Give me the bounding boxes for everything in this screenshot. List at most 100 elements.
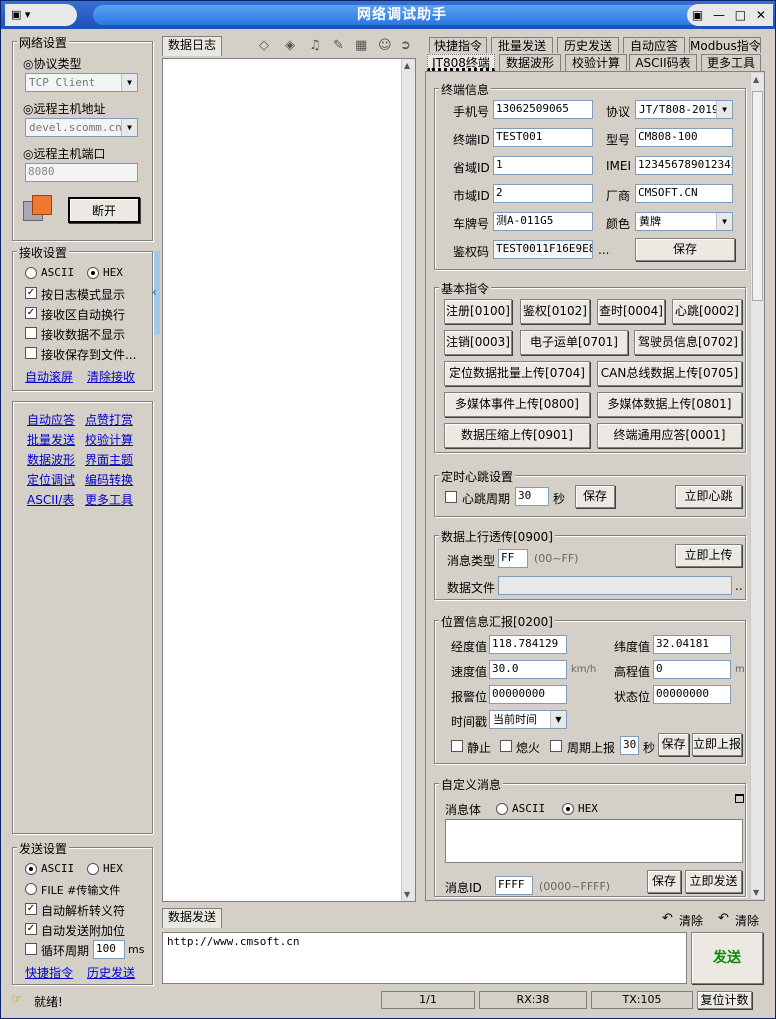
speed-input[interactable]: 30.0 (489, 660, 567, 679)
diamond-icon[interactable]: ◇ (259, 38, 269, 54)
tab-row2-0[interactable]: JT808终端 (427, 54, 495, 71)
can-upload-button[interactable]: CAN总线数据上传[0705] (597, 361, 742, 386)
window-controls[interactable]: ▣ — □ ✕ (687, 4, 773, 26)
maker-input[interactable]: CMSOFT.CN (635, 184, 733, 203)
alarm-input[interactable]: 00000000 (489, 685, 567, 704)
protocol-version-select[interactable]: JT/T808-2019 ▼ (635, 100, 733, 119)
data-file-input[interactable] (498, 576, 732, 595)
expand-icon[interactable] (735, 794, 744, 803)
phone-input[interactable]: 13062509065 (493, 100, 593, 119)
auth-button[interactable]: 鉴权[0102] (520, 299, 590, 324)
auto-wrap-checkbox[interactable]: ✓ (25, 307, 37, 319)
model-input[interactable]: CM808-100 (635, 128, 733, 147)
log-area[interactable]: ▲ ▼ (162, 58, 416, 902)
reset-counter-button[interactable]: 复位计数 (697, 991, 752, 1009)
tab-3[interactable]: 自动应答 (623, 37, 685, 53)
tab-1[interactable]: 批量发送 (491, 37, 553, 53)
panel-scrollbar[interactable]: ▲ ▼ (750, 73, 764, 899)
log-mode-checkbox[interactable]: ✓ (25, 287, 37, 299)
autoscroll-link[interactable]: 自动滚屏 (25, 368, 73, 385)
gem-icon[interactable]: ◈ (285, 38, 295, 54)
engine-off-checkbox[interactable] (500, 740, 512, 752)
quick-link-checksum[interactable]: 校验计算 (85, 431, 133, 448)
tab-row2-4[interactable]: 更多工具 (701, 54, 761, 71)
send-textarea[interactable]: http://www.cmsoft.cn (162, 932, 687, 984)
history-link[interactable]: 历史发送 (87, 964, 135, 981)
quick-link-more[interactable]: 更多工具 (85, 491, 133, 508)
send-button[interactable]: 发送 (691, 932, 763, 984)
append-checkbox[interactable]: ✓ (25, 923, 37, 935)
quick-link-donate[interactable]: 点赞打赏 (85, 411, 133, 428)
chevron-down-icon[interactable]: ▼ (550, 711, 566, 728)
face-icon[interactable]: ☺ (378, 38, 392, 54)
quick-link-location[interactable]: 定位调试 (27, 471, 75, 488)
media-data-button[interactable]: 多媒体数据上传[0801] (597, 392, 742, 417)
city-input[interactable]: 2 (493, 184, 593, 203)
quick-link-auto-reply[interactable]: 自动应答 (27, 411, 75, 428)
browse-file-button[interactable]: .. (735, 579, 743, 593)
heartbeat-now-button[interactable]: 立即心跳 (675, 485, 742, 508)
logout-button[interactable]: 注销[0003] (444, 330, 512, 355)
tab-row2-1[interactable]: 数据波形 (499, 54, 561, 71)
chevron-down-icon[interactable]: ▼ (404, 890, 410, 899)
report-now-button[interactable]: 立即上报 (692, 733, 742, 756)
grid-icon[interactable]: ▦ (355, 38, 367, 54)
send-file-radio[interactable] (25, 883, 37, 895)
imei-input[interactable]: 123456789012345 (635, 156, 733, 175)
color-select[interactable]: 黄牌 ▼ (635, 212, 733, 231)
system-menu[interactable]: ▣ ▾ (5, 4, 77, 26)
send-ascii-radio[interactable] (25, 863, 37, 875)
clear-icon[interactable]: ↶ (718, 911, 729, 927)
tab-data-log[interactable]: 数据日志 (162, 36, 222, 56)
location-save-button[interactable]: 保存 (658, 733, 689, 756)
app-menu-icon[interactable]: ▣ ▾ (11, 8, 30, 21)
driver-info-button[interactable]: 驾驶员信息[0702] (634, 330, 742, 355)
tab-4[interactable]: Modbus指令 (689, 37, 761, 53)
chevron-down-icon[interactable]: ▼ (716, 213, 732, 230)
periodic-input[interactable]: 30 (620, 736, 639, 755)
chevron-up-icon[interactable]: ▲ (753, 75, 759, 84)
tab-0[interactable]: 快捷指令 (429, 37, 487, 53)
loop-checkbox[interactable] (25, 943, 37, 955)
chevron-up-icon[interactable]: ▲ (404, 61, 410, 70)
quick-link-ascii[interactable]: ASCII/表 (27, 491, 74, 508)
state-input[interactable]: 00000000 (653, 685, 731, 704)
hide-data-checkbox[interactable] (25, 327, 37, 339)
plate-input[interactable]: 测A-011G5 (493, 212, 593, 231)
tab-2[interactable]: 历史发送 (557, 37, 619, 53)
tab-row2-2[interactable]: 校验计算 (565, 54, 627, 71)
scroll-thumb[interactable] (752, 91, 763, 301)
quick-cmd-link[interactable]: 快捷指令 (25, 964, 73, 981)
custom-ascii-radio[interactable] (496, 803, 508, 815)
media-event-button[interactable]: 多媒体事件上传[0800] (444, 392, 590, 417)
send-hex-radio[interactable] (87, 863, 99, 875)
periodic-checkbox[interactable] (550, 740, 562, 752)
chevron-down-icon[interactable]: ▼ (753, 888, 759, 897)
custom-hex-radio[interactable] (562, 803, 574, 815)
compressed-upload-button[interactable]: 数据压缩上传[0901] (444, 423, 590, 448)
chevron-down-icon[interactable]: ▼ (121, 119, 137, 136)
altitude-input[interactable]: 0 (653, 660, 731, 679)
auth-more-button[interactable]: ... (598, 243, 609, 257)
terminal-id-input[interactable]: TEST001 (493, 128, 593, 147)
terminal-save-button[interactable]: 保存 (635, 238, 735, 261)
bell-icon[interactable]: ♫ (309, 38, 321, 54)
disconnect-button[interactable]: 断开 (68, 197, 140, 223)
general-reply-button[interactable]: 终端通用应答[0001] (597, 423, 742, 448)
heartbeat-period-input[interactable]: 30 (515, 487, 549, 506)
stationary-checkbox[interactable] (451, 740, 463, 752)
chevron-left-icon[interactable]: ‹ (152, 285, 157, 299)
quick-link-theme[interactable]: 界面主题 (85, 451, 133, 468)
edit-icon[interactable]: ✎ (333, 38, 344, 54)
chevron-down-icon[interactable]: ▼ (716, 101, 732, 118)
waybill-button[interactable]: 电子运单[0701] (520, 330, 628, 355)
timestamp-select[interactable]: 当前时间 ▼ (489, 710, 567, 729)
msg-type-input[interactable]: FF (498, 549, 528, 568)
host-select[interactable]: devel.scomm.cn ▼ (25, 118, 138, 137)
latitude-input[interactable]: 32.04181 (653, 635, 731, 654)
clear-icon[interactable]: ↶ (662, 911, 673, 927)
register-button[interactable]: 注册[0100] (444, 299, 512, 324)
loop-input[interactable]: 100 (93, 940, 125, 959)
send-now-button[interactable]: 立即发送 (685, 870, 742, 893)
query-time-button[interactable]: 查时[0004] (597, 299, 665, 324)
